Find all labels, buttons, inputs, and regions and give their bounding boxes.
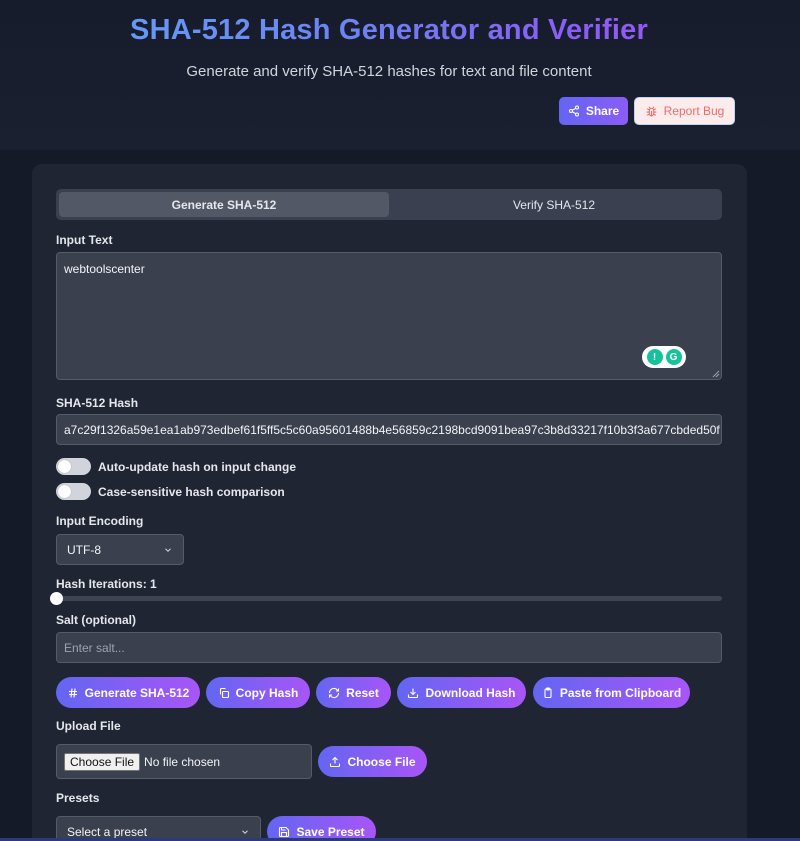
report-bug-button[interactable]: Report Bug <box>634 97 735 125</box>
share-icon <box>568 105 579 117</box>
lightbulb-icon: ! <box>646 349 663 365</box>
salt-input[interactable]: Enter salt... <box>56 632 722 663</box>
copy-icon <box>219 687 229 698</box>
encoding-value: UTF-8 <box>67 542 101 557</box>
salt-label: Salt (optional) <box>56 613 136 627</box>
hash-icon <box>68 687 77 698</box>
share-label: Share <box>585 104 620 118</box>
reset-label: Reset <box>346 685 379 700</box>
choose-file-label: Choose File <box>347 754 416 769</box>
clipboard-icon <box>544 686 552 698</box>
input-text-area[interactable]: webtoolscenter <box>56 252 722 380</box>
save-icon <box>279 826 290 837</box>
copy-hash-button[interactable]: Copy Hash <box>206 677 310 708</box>
reset-button[interactable]: Reset <box>316 677 391 708</box>
no-file-text: No file chosen <box>144 754 221 769</box>
copy-label: Copy Hash <box>235 685 299 700</box>
auto-update-toggle[interactable] <box>56 458 91 475</box>
save-preset-label: Save Preset <box>296 824 365 839</box>
grammarly-icon: G <box>665 349 682 365</box>
input-text-label: Input Text <box>56 233 113 247</box>
preset-value: Select a preset <box>67 824 148 839</box>
generate-button[interactable]: Generate SHA-512 <box>56 677 200 708</box>
paste-label: Paste from Clipboard <box>559 685 682 700</box>
share-button[interactable]: Share <box>559 97 628 125</box>
download-label: Download Hash <box>425 685 516 700</box>
toggle-knob <box>58 485 71 498</box>
download-icon <box>408 688 419 698</box>
resize-handle-icon[interactable] <box>712 370 720 378</box>
presets-label: Presets <box>56 791 100 805</box>
upload-icon <box>330 756 341 767</box>
tab-verify[interactable]: Verify SHA-512 <box>389 192 719 217</box>
chevron-down-icon <box>165 547 171 552</box>
toggle-knob <box>58 460 71 473</box>
grammarly-widget[interactable]: ! G <box>642 346 686 368</box>
hash-label: SHA-512 Hash <box>56 396 139 410</box>
file-input[interactable]: Choose File No file chosen <box>56 744 312 779</box>
encoding-select[interactable]: UTF-8 <box>56 534 184 565</box>
auto-update-row: Auto-update hash on input change <box>56 458 296 475</box>
iterations-slider-track[interactable] <box>56 596 722 601</box>
auto-update-label: Auto-update hash on input change <box>98 459 296 474</box>
chevron-down-icon <box>242 829 248 834</box>
bug-icon <box>646 105 657 116</box>
mode-tabs: Generate SHA-512 Verify SHA-512 <box>56 189 722 220</box>
upload-file-label: Upload File <box>56 719 121 733</box>
tab-generate[interactable]: Generate SHA-512 <box>59 192 389 217</box>
case-sensitive-toggle[interactable] <box>56 483 91 500</box>
generate-label: Generate SHA-512 <box>84 685 190 700</box>
page-title: SHA-512 Hash Generator and Verifier <box>0 14 778 47</box>
report-bug-label: Report Bug <box>663 104 725 118</box>
refresh-icon <box>329 687 340 698</box>
encoding-label: Input Encoding <box>56 514 144 528</box>
download-hash-button[interactable]: Download Hash <box>397 677 526 708</box>
native-choose-file-button[interactable]: Choose File <box>64 752 141 771</box>
page-subtitle: Generate and verify SHA-512 hashes for t… <box>186 63 592 80</box>
case-sensitive-row: Case-sensitive hash comparison <box>56 483 285 500</box>
iterations-slider-thumb[interactable] <box>50 592 63 605</box>
hash-output-field[interactable]: a7c29f1326a59e1ea1ab973edbef61f5ff5c5c60… <box>56 414 722 445</box>
choose-file-button[interactable]: Choose File <box>318 746 427 777</box>
iterations-label: Hash Iterations: 1 <box>56 577 157 591</box>
paste-clipboard-button[interactable]: Paste from Clipboard <box>533 677 690 708</box>
case-sensitive-label: Case-sensitive hash comparison <box>98 484 285 499</box>
